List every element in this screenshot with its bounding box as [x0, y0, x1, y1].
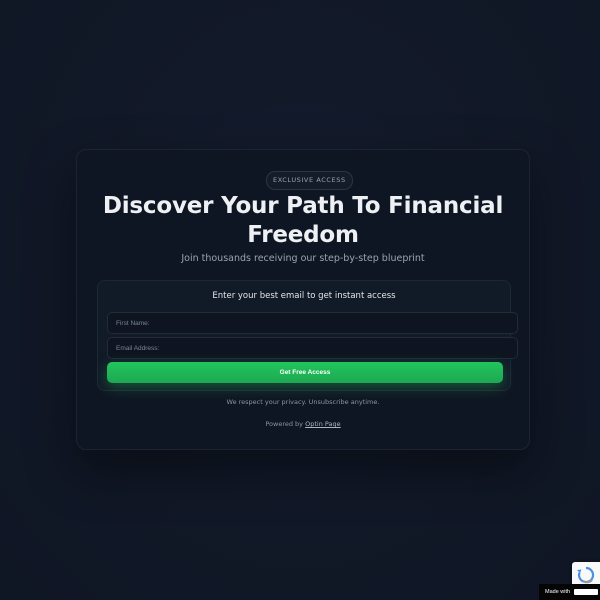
- optin-page-link[interactable]: Optin Page: [305, 420, 341, 428]
- page-title: Discover Your Path To Financial Freedom: [102, 193, 504, 248]
- form-heading: Enter your best email to get instant acc…: [212, 291, 396, 301]
- exclusive-access-badge: EXCLUSIVE ACCESS: [266, 171, 353, 190]
- page-subtitle: Join thousands receiving our step-by-ste…: [181, 253, 425, 264]
- powered-by-label: Powered by: [265, 420, 304, 428]
- signup-form: Enter your best email to get instant acc…: [97, 280, 518, 391]
- first-name-input[interactable]: [107, 312, 518, 334]
- made-with-label: Made with: [545, 589, 571, 595]
- powered-by: Powered by Optin Page: [77, 420, 529, 428]
- get-free-access-button[interactable]: Get Free Access: [107, 362, 503, 383]
- made-with-banner[interactable]: Made with: [539, 584, 600, 600]
- builder-logo-icon: [574, 589, 599, 595]
- privacy-note: We respect your privacy. Unsubscribe any…: [226, 398, 380, 406]
- optin-card: EXCLUSIVE ACCESS Discover Your Path To F…: [76, 149, 530, 450]
- email-input[interactable]: [107, 337, 518, 359]
